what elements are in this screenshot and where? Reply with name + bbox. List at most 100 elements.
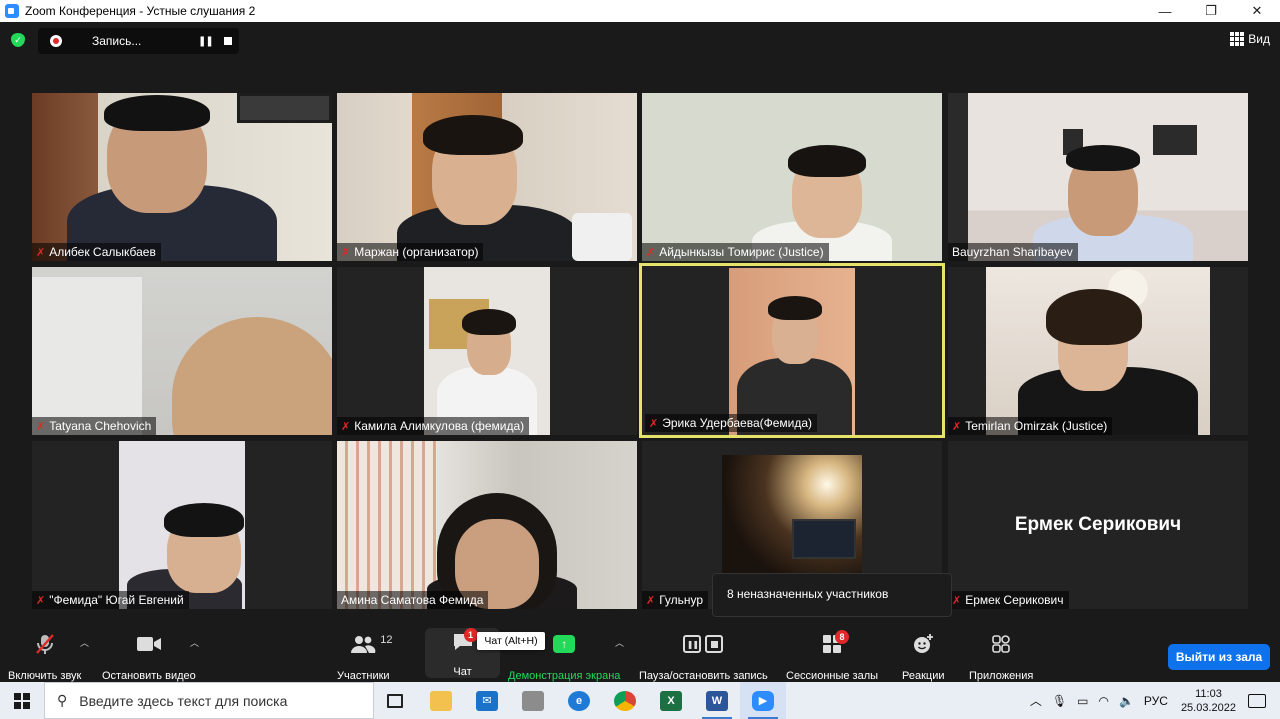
- microphone-icon[interactable]: 🎙: [1052, 694, 1067, 708]
- breakout-rooms-label: Сессионные залы: [786, 670, 879, 682]
- participant-tile-video-off[interactable]: Ермек Серикович ✗ Ермек Серикович: [948, 441, 1248, 609]
- share-screen-label: Демонстрация экрана: [508, 670, 621, 682]
- window-title: Zoom Конференция - Устные слушания 2: [25, 4, 256, 18]
- chrome-icon: [614, 690, 636, 711]
- participant-tile[interactable]: Амина Саматова Фемида: [337, 441, 637, 609]
- participants-button[interactable]: 12 Участники: [337, 632, 393, 682]
- participant-name: Маржан (организатор): [354, 245, 479, 259]
- taskbar-apps: ✉ e X W ▶: [372, 682, 786, 719]
- meeting-toolbar: Включить звук ︿ Остановить видео ︿ 12 Уч…: [0, 626, 1280, 682]
- participants-count: 12: [380, 634, 393, 646]
- participant-tile[interactable]: ✗ Temirlan Omirzak (Justice): [948, 267, 1248, 435]
- breakout-rooms-button[interactable]: 8 Сессионные залы: [786, 630, 879, 682]
- clock-date: 25.03.2022: [1180, 701, 1236, 714]
- security-shield-icon[interactable]: ✓: [11, 33, 25, 47]
- view-button[interactable]: Вид: [1230, 32, 1270, 46]
- clock-time: 11:03: [1195, 687, 1222, 700]
- window-blinds: [337, 441, 437, 609]
- muted-mic-icon: ✗: [952, 594, 962, 607]
- participant-name: Гульнур: [659, 593, 704, 607]
- task-view-button[interactable]: [372, 682, 418, 719]
- wall-door: [32, 277, 142, 435]
- apps-label: Приложения: [969, 670, 1034, 682]
- meeting-area: ✓ Запись... ❚❚ Вид ✗ Алибек Салыкбаев ✗ Ма…: [0, 22, 1280, 682]
- tray-overflow-icon[interactable]: ︿: [1030, 692, 1042, 709]
- recording-indicator: Запись... ❚❚: [38, 28, 239, 54]
- close-button[interactable]: ✕: [1234, 0, 1280, 22]
- restore-button[interactable]: ❐: [1188, 0, 1234, 22]
- excel-icon: X: [660, 690, 682, 711]
- battery-icon[interactable]: ▭: [1077, 694, 1088, 708]
- participant-nametag: Амина Саматова Фемида: [337, 591, 489, 609]
- record-icon: [50, 35, 62, 47]
- stop-video-button[interactable]: Остановить видео: [102, 632, 196, 682]
- pause-stop-recording-button[interactable]: ❚❚ Пауза/остановить запись: [639, 632, 768, 682]
- volume-icon[interactable]: 🔈: [1119, 694, 1134, 708]
- participant-tile[interactable]: ✗ Айдынкызы Томирис (Justice): [642, 93, 942, 261]
- participant-tile[interactable]: ✗ Камила Алимкулова (фемида): [337, 267, 637, 435]
- chat-label: Чат: [453, 666, 472, 678]
- apps-button[interactable]: Приложения: [969, 632, 1033, 682]
- participant-nametag: ✗ Маржан (организатор): [337, 243, 484, 261]
- wifi-icon[interactable]: ◠: [1098, 694, 1108, 708]
- system-tray: ︿ 🎙 ▭ ◠ 🔈 РУС 11:03 25.03.2022: [1025, 682, 1280, 719]
- participant-tile[interactable]: Bauyrzhan Sharibayev: [948, 93, 1248, 261]
- participants-icon: 12: [350, 632, 393, 656]
- taskbar-file-explorer[interactable]: [418, 682, 464, 719]
- start-button[interactable]: [0, 682, 44, 719]
- apps-icon: [991, 632, 1011, 656]
- taskbar-clock[interactable]: 11:03 25.03.2022: [1181, 687, 1236, 715]
- taskbar-chrome[interactable]: [602, 682, 648, 719]
- stop-video-label: Остановить видео: [102, 670, 196, 682]
- muted-mic-icon: ✗: [649, 417, 659, 430]
- taskbar-edge[interactable]: e: [556, 682, 602, 719]
- unassigned-participants-tooltip: 8 неназначенных участников: [712, 573, 952, 617]
- chat-unread-badge: 1: [463, 628, 478, 642]
- share-screen-icon: ↑: [553, 632, 576, 656]
- participant-tile[interactable]: ✗ Маржан (организатор): [337, 93, 637, 261]
- participant-tile[interactable]: ✗ Tatyana Chehovich: [32, 267, 332, 435]
- participant-nametag: ✗ Эрика Удербаева(Фемида): [645, 414, 818, 432]
- pause-recording-icon[interactable]: ❚❚: [198, 36, 214, 47]
- muted-mic-icon: ✗: [341, 420, 351, 433]
- participant-name: "Фемида" Югай Евгений: [49, 593, 184, 607]
- taskbar-zoom[interactable]: ▶: [740, 682, 786, 719]
- taskbar-excel[interactable]: X: [648, 682, 694, 719]
- notifications-icon[interactable]: [1248, 693, 1266, 708]
- participant-name: Tatyana Chehovich: [49, 419, 152, 433]
- taskbar-mail[interactable]: ✉: [464, 682, 510, 719]
- video-options-caret-icon[interactable]: ︿: [190, 636, 199, 649]
- participant-nametag: ✗ Айдынкызы Томирис (Justice): [642, 243, 829, 261]
- muted-mic-icon: ✗: [341, 246, 351, 259]
- wall-ornament: [948, 93, 968, 261]
- participant-hair: [1066, 145, 1140, 171]
- audio-options-caret-icon[interactable]: ︿: [80, 636, 89, 649]
- pause-stop-recording-label: Пауза/остановить запись: [639, 670, 768, 682]
- edge-icon: e: [568, 690, 590, 711]
- laptop-object: [792, 519, 856, 559]
- wall-picture: [237, 93, 332, 123]
- unmute-button[interactable]: Включить звук: [8, 632, 81, 682]
- share-options-caret-icon[interactable]: ︿: [615, 636, 624, 649]
- participant-name: Temirlan Omirzak (Justice): [965, 419, 1108, 433]
- taskbar-word[interactable]: W: [694, 682, 740, 719]
- participant-name: Алибек Салыкбаев: [49, 245, 156, 259]
- meeting-topbar: ✓ Запись... ❚❚ Вид: [0, 22, 1280, 58]
- participant-tile-active-speaker[interactable]: ✗ Эрика Удербаева(Фемида): [639, 263, 945, 438]
- taskbar-search[interactable]: ⚲ Введите здесь текст для поиска: [44, 682, 374, 719]
- chat-bubble-icon: 1: [452, 628, 478, 652]
- participant-tile[interactable]: ✗ Алибек Салыкбаев: [32, 93, 332, 261]
- participant-nametag: ✗ Алибек Салыкбаев: [32, 243, 161, 261]
- participants-label: Участники: [337, 670, 390, 682]
- leave-meeting-button[interactable]: Выйти из зала: [1168, 644, 1270, 670]
- participant-hair: [1046, 289, 1142, 345]
- stop-recording-icon[interactable]: [224, 37, 232, 45]
- participant-tile[interactable]: ✗ "Фемида" Югай Евгений: [32, 441, 332, 609]
- participant-hair: [104, 95, 210, 131]
- pause-stop-recording-icon: ❚❚: [683, 632, 724, 656]
- minimize-button[interactable]: —: [1142, 0, 1188, 22]
- taskbar-printer[interactable]: [510, 682, 556, 719]
- reactions-button[interactable]: Реакции: [902, 632, 945, 682]
- language-indicator[interactable]: РУС: [1144, 694, 1168, 708]
- recording-label: Запись...: [92, 34, 142, 48]
